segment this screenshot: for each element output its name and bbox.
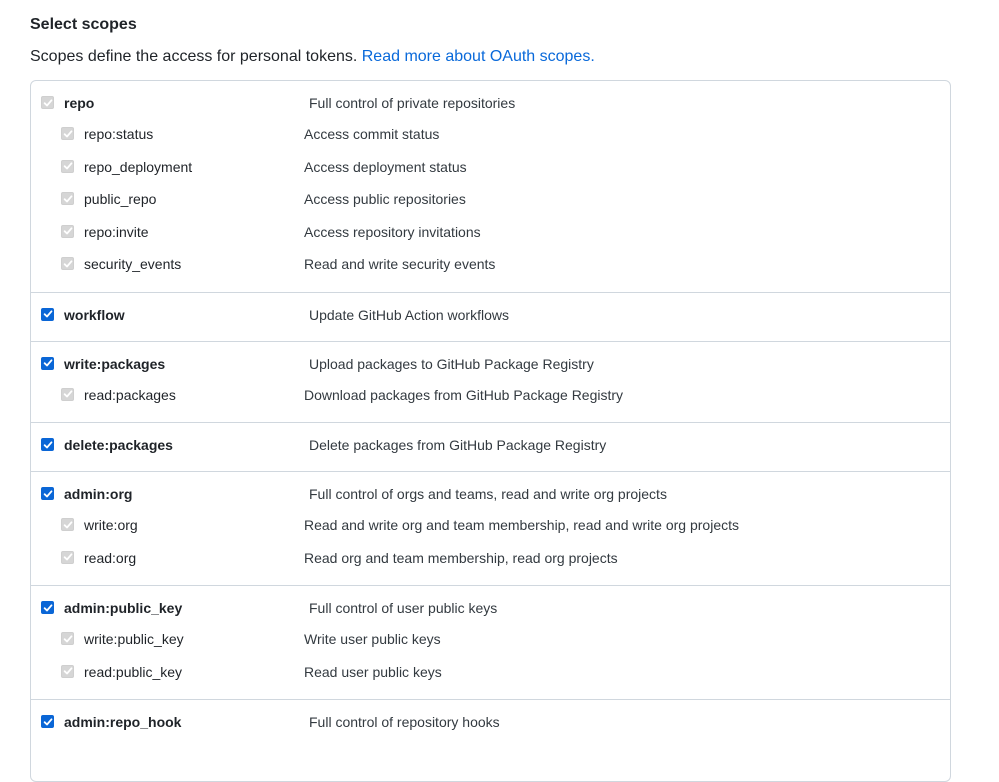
scope-name: repo_deployment (84, 158, 193, 175)
scope-description: Access commit status (304, 126, 440, 142)
scopes-intro: Scopes define the access for personal to… (30, 45, 951, 69)
scope-description: Read user public keys (304, 663, 442, 680)
scope-description: Read org and team membership, read org p… (304, 549, 618, 566)
checkmark-icon (63, 194, 72, 202)
scope-name: admin:public_key (64, 600, 183, 616)
scope-row-write-org[interactable]: write:org Read and write org and team mem… (31, 513, 950, 546)
checkmark-icon (43, 359, 52, 367)
scope-name: read:public_key (84, 663, 183, 680)
scope-description: Access deployment status (304, 158, 467, 175)
scope-name: security_events (84, 256, 182, 272)
scope-checkbox-repo (41, 96, 54, 109)
scope-group-admin-public-key: admin:public_key Full control of user pub… (31, 586, 950, 700)
scope-name: write:public_key (84, 631, 184, 647)
scope-name: workflow (64, 306, 125, 323)
scope-group-delete-packages: delete:packages Delete packages from GitH… (31, 423, 950, 472)
scope-row-read-org[interactable]: read:org Read org and team membership, re… (31, 546, 950, 579)
scope-name: repo:invite (84, 223, 149, 240)
checkmark-icon (43, 489, 52, 497)
scope-checkbox-workflow[interactable] (41, 307, 54, 321)
scope-group-admin-org: admin:org Full control of orgs and teams,… (31, 472, 950, 586)
checkmark-icon (43, 310, 52, 318)
scope-row-repo-invite[interactable]: repo:invite Access repository invitations (31, 220, 950, 253)
scope-name: admin:org (64, 486, 133, 502)
scope-row-read-packages[interactable]: read:packages Download packages from GitH… (31, 383, 950, 416)
scope-checkbox-admin-public-key[interactable] (41, 601, 54, 614)
scope-description: Write user public keys (304, 631, 441, 647)
scope-row-admin-public-key[interactable]: admin:public_key Full control of user pub… (31, 596, 950, 627)
scope-checkbox-repo-deployment (61, 159, 74, 173)
scope-group-workflow: workflow Update GitHub Action workflows (31, 293, 950, 342)
scope-checkbox-repo-invite (61, 224, 74, 238)
checkmark-icon (63, 667, 72, 675)
scope-checkbox-write-packages[interactable] (41, 356, 54, 370)
section-title: Select scopes (30, 16, 137, 33)
scope-checkbox-admin-repo-hook[interactable] (41, 715, 54, 728)
scope-description: Access public repositories (304, 191, 466, 207)
scope-description: Full control of private repositories (309, 95, 516, 111)
scope-checkbox-repo-status (61, 127, 74, 140)
scope-checkbox-admin-org[interactable] (41, 487, 54, 500)
scope-checkbox-read-public-key (61, 664, 74, 678)
scope-row-public-repo[interactable]: public_repo Access public repositories (31, 187, 950, 220)
scope-group-repo: repo Full control of private repositories… (31, 81, 950, 293)
scope-name: repo (64, 95, 95, 111)
checkmark-icon (43, 603, 52, 611)
checkmark-icon (63, 553, 72, 561)
scope-row-delete-packages[interactable]: delete:packages Delete packages from GitH… (31, 433, 950, 464)
checkmark-icon (63, 227, 72, 235)
checkmark-icon (63, 634, 72, 642)
checkmark-icon (63, 259, 72, 267)
scope-description: Access repository invitations (304, 223, 481, 240)
scope-row-admin-org[interactable]: admin:org Full control of orgs and teams,… (31, 482, 950, 513)
scope-group-admin-repo-hook: admin:repo_hook Full control of repositor… (31, 700, 950, 748)
scope-checkbox-security-events (61, 257, 74, 270)
scope-description: Delete packages from GitHub Package Regi… (309, 437, 607, 453)
scope-description: Read and write security events (304, 256, 496, 272)
scope-description: Full control of user public keys (309, 600, 498, 616)
scope-description: Update GitHub Action workflows (309, 306, 509, 323)
intro-text: Scopes define the access for personal to… (30, 48, 362, 65)
scope-name: repo:status (84, 126, 154, 142)
scope-row-repo-status[interactable]: repo:status Access commit status (31, 122, 950, 155)
scope-name: read:org (84, 549, 137, 566)
scope-checkbox-delete-packages[interactable] (41, 438, 54, 451)
scope-checkbox-write-public-key (61, 632, 74, 645)
scope-name: delete:packages (64, 437, 173, 453)
scope-list: repo Full control of private repositories… (30, 80, 951, 782)
scope-description: Read and write org and team membership, … (304, 517, 739, 533)
scope-checkbox-read-packages (61, 387, 74, 401)
scope-checkbox-write-org (61, 518, 74, 531)
scope-row-repo-deployment[interactable]: repo_deployment Access deployment status (31, 155, 950, 188)
scope-row-read-public-key[interactable]: read:public_key Read user public keys (31, 660, 950, 693)
checkmark-icon (43, 98, 52, 106)
scope-name: public_repo (84, 191, 157, 207)
scope-name: read:packages (84, 386, 176, 403)
scope-row-write-packages[interactable]: write:packages Upload packages to GitHub … (31, 352, 950, 383)
scope-description: Upload packages to GitHub Package Regist… (309, 355, 594, 372)
checkmark-icon (63, 390, 72, 398)
scope-name: write:org (84, 517, 138, 533)
checkmark-icon (63, 129, 72, 137)
scope-checkbox-read-org (61, 550, 74, 564)
select-scopes-section: Select scopes Scopes define the access f… (30, 0, 951, 782)
scope-checkbox-public-repo (61, 192, 74, 205)
scope-row-admin-repo-hook[interactable]: admin:repo_hook Full control of repositor… (31, 710, 950, 741)
oauth-scopes-link[interactable]: Read more about OAuth scopes. (362, 48, 595, 65)
checkmark-icon (63, 162, 72, 170)
scope-row-workflow[interactable]: workflow Update GitHub Action workflows (31, 303, 950, 334)
checkmark-icon (63, 520, 72, 528)
scope-group-write-packages: write:packages Upload packages to GitHub … (31, 342, 950, 423)
scope-description: Full control of orgs and teams, read and… (309, 486, 667, 502)
scope-name: write:packages (64, 355, 166, 372)
checkmark-icon (43, 440, 52, 448)
scope-row-security-events[interactable]: security_events Read and write security e… (31, 252, 950, 285)
scope-row-repo[interactable]: repo Full control of private repositories (31, 91, 950, 122)
checkmark-icon (43, 717, 52, 725)
scope-description: Download packages from GitHub Package Re… (304, 386, 624, 403)
scope-row-write-public-key[interactable]: write:public_key Write user public keys (31, 627, 950, 660)
